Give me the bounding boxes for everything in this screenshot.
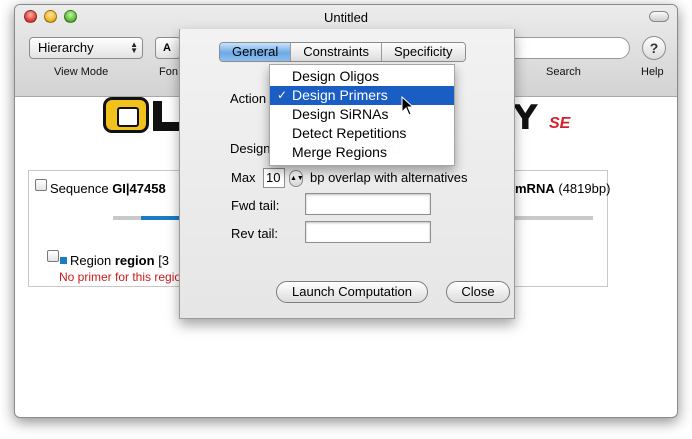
tab-specificity[interactable]: Specificity — [382, 43, 465, 61]
logo-l-mark — [153, 101, 181, 131]
sequence-length: (4819bp) — [558, 181, 611, 196]
sequence-prefix: Sequence — [50, 181, 109, 196]
mouse-cursor-icon — [401, 96, 415, 116]
logo-y-mark: Y — [513, 98, 538, 138]
fwd-tail-label: Fwd tail: — [231, 198, 280, 213]
no-primer-message: No primer for this region — [59, 270, 188, 284]
rev-tail-label: Rev tail: — [231, 226, 278, 241]
help-label: Help — [641, 66, 664, 78]
design-label: Design — [230, 141, 271, 156]
sequence-id: GI|47458 — [112, 181, 166, 196]
view-mode-value: Hierarchy — [38, 40, 94, 55]
rev-tail-input[interactable] — [305, 221, 431, 243]
sequence-checkbox[interactable] — [35, 179, 47, 191]
max-label: Max — [231, 170, 256, 185]
action-label: Action — [230, 91, 267, 106]
fwd-tail-input[interactable] — [305, 193, 431, 215]
region-checkbox[interactable] — [47, 250, 59, 262]
checkmark-icon: ✓ — [277, 88, 288, 102]
sequence-info: mRNA (4819bp) — [515, 181, 610, 196]
toolbar-toggle-button[interactable] — [649, 11, 669, 22]
region-highlight — [141, 216, 179, 220]
window-title: Untitled — [323, 10, 369, 25]
tab-constraints[interactable]: Constraints — [291, 43, 382, 61]
sequence-type: mRNA — [515, 181, 555, 196]
menu-item-merge-regions[interactable]: Merge Regions — [270, 143, 454, 162]
main-window: Untitled Hierarchy ▲ ▼ A ? View Mode Fon … — [14, 4, 678, 418]
tab-general[interactable]: General — [220, 43, 292, 61]
menu-item-design-sirnas[interactable]: Design SiRNAs — [270, 105, 454, 124]
action-menu: Design Oligos ✓ Design Primers Design SiR… — [269, 64, 455, 166]
menu-item-detect-repetitions[interactable]: Detect Repetitions — [270, 124, 454, 143]
menu-item-design-oligos[interactable]: Design Oligos — [270, 67, 454, 86]
region-header: Region region [3 — [60, 253, 169, 268]
font-popup[interactable]: A — [155, 37, 181, 59]
launch-computation-button[interactable]: Launch Computation — [276, 281, 428, 303]
dialog-tabs: General Constraints Specificity — [219, 42, 466, 62]
menu-item-design-primers[interactable]: ✓ Design Primers — [270, 86, 454, 105]
view-mode-popup[interactable]: Hierarchy ▲ ▼ — [29, 37, 143, 59]
max-overlap-stepper[interactable]: ▲▼ — [289, 170, 304, 187]
region-color-icon — [60, 257, 67, 264]
search-field[interactable] — [502, 37, 630, 59]
search-label: Search — [546, 66, 581, 78]
view-mode-label: View Mode — [54, 66, 109, 78]
help-button[interactable]: ? — [642, 36, 666, 60]
region-range: [3 — [158, 253, 170, 268]
sequence-header: Sequence GI|47458 — [50, 181, 166, 196]
region-name: region — [114, 253, 155, 268]
close-button[interactable]: Close — [446, 281, 510, 303]
font-value: A — [163, 42, 171, 54]
font-label: Fon — [159, 66, 178, 78]
logo-se-text: SE — [549, 115, 571, 132]
logo-o-mark — [103, 97, 149, 133]
region-prefix: Region — [70, 253, 112, 268]
overlap-label: bp overlap with alternatives — [310, 170, 468, 185]
popup-arrows-icon: ▲ ▼ — [130, 40, 138, 55]
max-overlap-input[interactable]: 10 — [263, 168, 285, 188]
